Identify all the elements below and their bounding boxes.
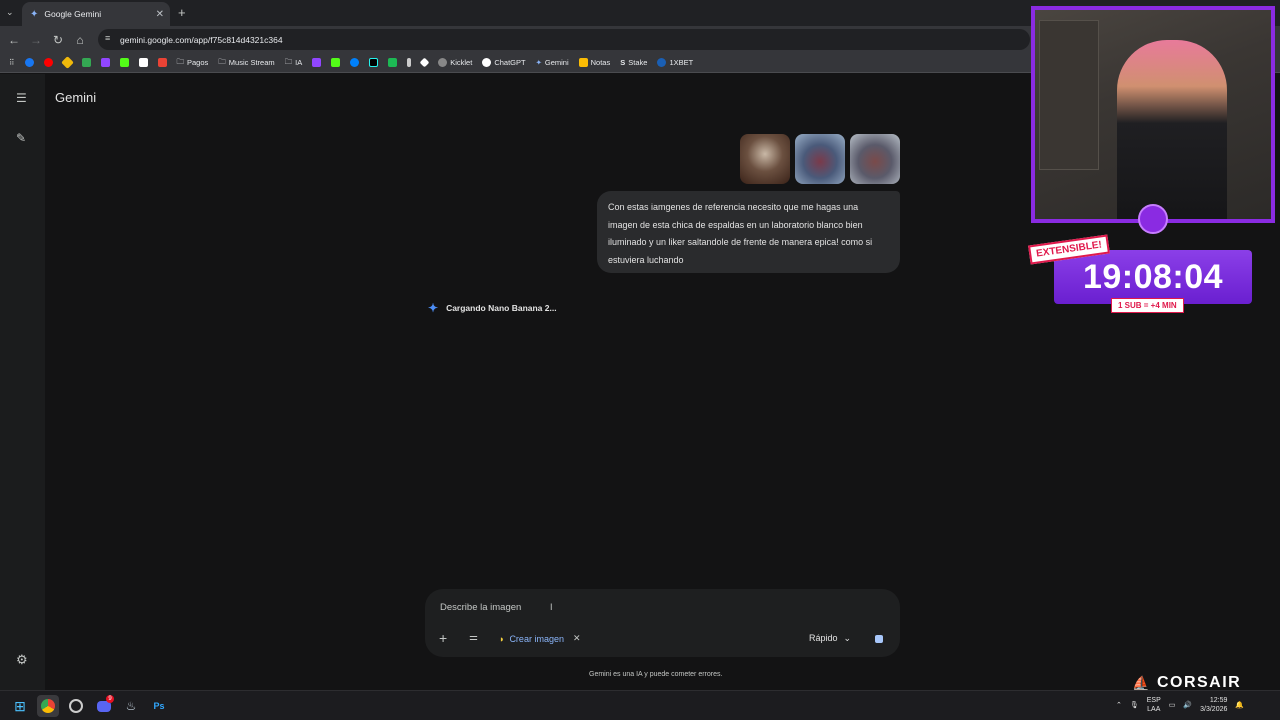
microphone-icon[interactable]: 🎙 [1130,701,1139,709]
bookmark-gemini[interactable]: ✦ Gemini [533,55,572,71]
text-cursor-icon: I [550,602,553,612]
chip-label: Crear imagen [509,633,564,644]
clock[interactable]: 12:59 3/3/2026 [1200,696,1227,714]
folder-music-stream[interactable]: 🗀 Music Stream [215,55,277,71]
patreon-bookmark-icon[interactable] [136,55,151,71]
bookmark-stake[interactable]: S Stake [617,55,650,71]
folder-icon: 🗀 [284,57,293,66]
home-icon[interactable]: ⌂ [69,29,91,51]
close-tab-icon[interactable]: ✕ [156,9,164,20]
create-image-chip[interactable]: ◗ Crear imagen ✕ [499,633,581,644]
reference-image-1[interactable] [740,134,790,184]
browser-tab[interactable]: ✦ Google Gemini ✕ [22,2,170,26]
chevron-down-icon: ⌄ [843,633,852,643]
gemini-sidebar: ☰ ✎ ⚙ [0,74,45,690]
diamond-bookmark-icon[interactable] [418,55,431,71]
new-chat-icon[interactable]: ✎ [16,131,26,145]
tray-overflow-icon[interactable]: ⌃ [1116,701,1122,709]
bookmark-notas[interactable]: Notas [576,55,614,71]
reference-image-2[interactable] [795,134,845,184]
gmail-bookmark-icon[interactable] [155,55,170,71]
windows-taskbar [0,690,1280,720]
facebook-bookmark-icon[interactable] [22,55,37,71]
model-selector[interactable]: Rápido ⌄ [809,633,851,644]
settings-icon[interactable]: ⚙ [16,652,28,668]
drive-bookmark-icon[interactable] [79,55,94,71]
chip-close-icon[interactable]: ✕ [573,633,581,644]
reload-icon[interactable]: ↻ [47,29,69,51]
kick2-bookmark-icon[interactable] [328,55,343,71]
webcam-overlay [1031,6,1275,223]
misc-bookmark-icon[interactable] [404,55,414,71]
disclaimer: Gemini es una IA y puede cometer errores… [589,671,723,678]
loading-text: Cargando Nano Banana 2... [446,303,557,313]
avatar-icon [1138,204,1168,234]
reference-image-3[interactable] [850,134,900,184]
discord-taskbar-icon[interactable]: 9 [93,695,115,717]
tab-title: Google Gemini [44,9,102,19]
folder-icon: 🗀 [176,57,185,66]
back-icon[interactable]: ← [3,29,25,51]
app-bookmark-icon[interactable] [385,55,400,71]
bookmark-kicklet[interactable]: Kicklet [435,55,475,71]
forward-icon[interactable]: → [25,29,47,51]
apps-grid-icon[interactable]: ⠿ [6,55,18,71]
app-title: Gemini [55,90,97,105]
twitch-bookmark-icon[interactable] [98,55,113,71]
tab-search-icon[interactable]: ⌄ [6,7,14,18]
twitch2-bookmark-icon[interactable] [309,55,324,71]
prompt-input[interactable]: Describe la imagen [440,602,521,613]
prompt-box: + ⚌ ◗ Crear imagen ✕ Rápido ⌄ [425,589,900,657]
bookmark-chatgpt[interactable]: ChatGPT [479,55,528,71]
stake-icon: S [620,58,626,67]
url-text: gemini.google.com/app/f75c814d4321c364 [120,34,283,45]
tiktok-bookmark-icon[interactable] [366,55,381,71]
youtube-bookmark-icon[interactable] [41,55,56,71]
1xbet-icon [657,58,667,67]
chrome-taskbar-icon[interactable] [37,695,59,717]
discord-notification-badge: 9 [106,695,114,703]
gemini-favicon-icon: ✦ [30,8,39,20]
bookmark-1xbet[interactable]: 1XBET [654,55,696,71]
language-indicator[interactable]: ESP LAA [1147,696,1161,714]
chrome-alt-taskbar-icon[interactable] [65,695,87,717]
steam-taskbar-icon[interactable]: ♨ [120,695,142,717]
user-message: Con estas iamgenes de referencia necesit… [597,191,900,273]
network-icon[interactable]: ▭ [1169,701,1176,709]
notes-icon [578,58,588,67]
corsair-sails-icon: ⛵ [1132,674,1151,691]
add-icon[interactable]: + [439,630,447,646]
volume-icon[interactable]: 🔊 [1183,701,1192,709]
kicklet-icon [438,58,448,67]
meta-bookmark-icon[interactable] [347,55,362,71]
photoshop-taskbar-icon[interactable]: Ps [148,695,170,717]
model-label: Rápido [809,633,838,643]
new-tab-button[interactable]: + [178,5,186,20]
timer-value: 19:08:04 [1082,257,1224,296]
sub-rule-badge: 1 SUB = +4 MIN [1111,298,1184,313]
menu-icon[interactable]: ☰ [16,91,27,105]
address-bar[interactable]: ≡ gemini.google.com/app/f75c814d4321c364 [98,29,1030,50]
shelf [1039,20,1099,170]
folder-icon: 🗀 [218,57,226,66]
stop-button[interactable] [875,635,883,643]
streamer-figure [1117,40,1227,219]
subathon-timer: 19:08:04 [1054,250,1252,304]
notification-icon[interactable]: 🔔 [1235,701,1244,709]
folder-pagos[interactable]: 🗀 Pagos [174,55,212,71]
windows-start-icon[interactable]: ⊞ [9,695,31,717]
gemini-spark-icon: ✦ [428,301,439,315]
folder-ia[interactable]: 🗀 IA [282,55,306,71]
site-info-icon[interactable]: ≡ [105,33,110,43]
loading-indicator: ✦ Cargando Nano Banana 2... [428,301,557,315]
chatgpt-icon [482,58,492,67]
tools-icon[interactable]: ⚌ [469,632,478,643]
banana-icon: ◗ [499,633,505,644]
binance-bookmark-icon[interactable] [60,55,75,71]
kick-bookmark-icon[interactable] [117,55,132,71]
system-tray: ⌃ 🎙 ESP LAA ▭ 🔊 12:59 3/3/2026 🔔 [1116,694,1244,716]
gemini-icon: ✦ [535,58,542,67]
